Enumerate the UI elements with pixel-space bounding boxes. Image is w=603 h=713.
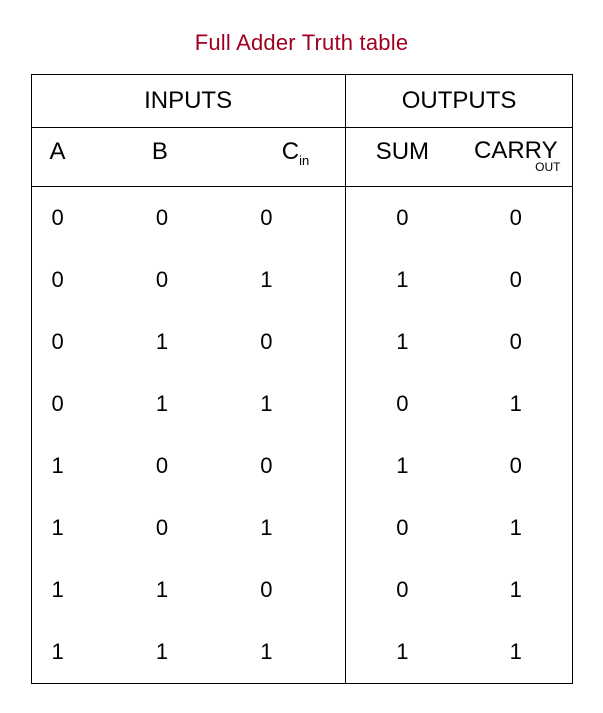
cell-sum: 1 bbox=[346, 267, 459, 293]
table-row: 10010 bbox=[32, 435, 572, 497]
cell-a: 1 bbox=[32, 639, 136, 665]
row-outputs: 10 bbox=[346, 249, 573, 311]
cell-sum: 1 bbox=[346, 329, 459, 355]
row-outputs: 10 bbox=[346, 435, 573, 497]
output-column-headers: SUM CARRY OUT bbox=[346, 128, 573, 186]
table-row: 11111 bbox=[32, 621, 572, 683]
cell-sum: 1 bbox=[346, 639, 459, 665]
cell-carry: 0 bbox=[459, 453, 572, 479]
table-row: 00110 bbox=[32, 249, 572, 311]
cell-sum: 0 bbox=[346, 577, 459, 603]
cell-cin: 1 bbox=[240, 267, 344, 293]
cell-b: 0 bbox=[136, 515, 240, 541]
cell-a: 0 bbox=[32, 205, 136, 231]
table-row: 00000 bbox=[32, 187, 572, 249]
col-cin-main: C bbox=[282, 138, 299, 165]
col-a: A bbox=[32, 128, 144, 186]
col-cin: Cin bbox=[246, 128, 344, 186]
page-title: Full Adder Truth table bbox=[20, 30, 583, 56]
cell-cin: 1 bbox=[240, 515, 344, 541]
row-inputs: 010 bbox=[32, 311, 346, 373]
cell-a: 1 bbox=[32, 577, 136, 603]
cell-b: 1 bbox=[136, 639, 240, 665]
cell-b: 0 bbox=[136, 453, 240, 479]
table-row: 01101 bbox=[32, 373, 572, 435]
cell-b: 1 bbox=[136, 577, 240, 603]
cell-sum: 0 bbox=[346, 391, 459, 417]
cell-sum: 0 bbox=[346, 205, 459, 231]
table-row: 10101 bbox=[32, 497, 572, 559]
cell-carry: 0 bbox=[459, 329, 572, 355]
cell-a: 0 bbox=[32, 391, 136, 417]
group-header-row: INPUTS OUTPUTS bbox=[32, 75, 572, 128]
row-outputs: 01 bbox=[346, 373, 573, 435]
row-outputs: 11 bbox=[346, 621, 573, 683]
truth-table: INPUTS OUTPUTS A B Cin SUM CARRY OUT 000… bbox=[31, 74, 573, 684]
cell-carry: 1 bbox=[459, 515, 572, 541]
cell-cin: 1 bbox=[240, 391, 344, 417]
cell-cin: 0 bbox=[240, 329, 344, 355]
cell-a: 0 bbox=[32, 329, 136, 355]
cell-carry: 0 bbox=[459, 205, 572, 231]
inputs-group-header: INPUTS bbox=[32, 75, 346, 127]
row-outputs: 10 bbox=[346, 311, 573, 373]
row-inputs: 001 bbox=[32, 249, 346, 311]
table-body: 0000000110010100110110010101011100111111 bbox=[32, 187, 572, 683]
row-inputs: 011 bbox=[32, 373, 346, 435]
row-inputs: 000 bbox=[32, 187, 346, 249]
row-inputs: 111 bbox=[32, 621, 346, 683]
row-inputs: 100 bbox=[32, 435, 346, 497]
col-sum: SUM bbox=[346, 128, 459, 186]
row-outputs: 01 bbox=[346, 497, 573, 559]
cell-a: 0 bbox=[32, 267, 136, 293]
row-outputs: 01 bbox=[346, 559, 573, 621]
cell-b: 1 bbox=[136, 391, 240, 417]
cell-a: 1 bbox=[32, 515, 136, 541]
col-carry: CARRY OUT bbox=[459, 128, 572, 186]
col-cin-sub: in bbox=[299, 153, 309, 168]
cell-b: 0 bbox=[136, 267, 240, 293]
cell-cin: 0 bbox=[240, 205, 344, 231]
row-inputs: 110 bbox=[32, 559, 346, 621]
row-outputs: 00 bbox=[346, 187, 573, 249]
col-b: B bbox=[144, 128, 246, 186]
cell-cin: 1 bbox=[240, 639, 344, 665]
cell-carry: 1 bbox=[459, 391, 572, 417]
cell-cin: 0 bbox=[240, 453, 344, 479]
table-row: 01010 bbox=[32, 311, 572, 373]
cell-carry: 1 bbox=[459, 577, 572, 603]
cell-cin: 0 bbox=[240, 577, 344, 603]
cell-a: 1 bbox=[32, 453, 136, 479]
outputs-group-header: OUTPUTS bbox=[346, 75, 573, 127]
row-inputs: 101 bbox=[32, 497, 346, 559]
cell-sum: 0 bbox=[346, 515, 459, 541]
cell-b: 1 bbox=[136, 329, 240, 355]
table-row: 11001 bbox=[32, 559, 572, 621]
column-header-row: A B Cin SUM CARRY OUT bbox=[32, 128, 572, 187]
cell-b: 0 bbox=[136, 205, 240, 231]
input-column-headers: A B Cin bbox=[32, 128, 346, 186]
cell-carry: 0 bbox=[459, 267, 572, 293]
cell-sum: 1 bbox=[346, 453, 459, 479]
cell-carry: 1 bbox=[459, 639, 572, 665]
